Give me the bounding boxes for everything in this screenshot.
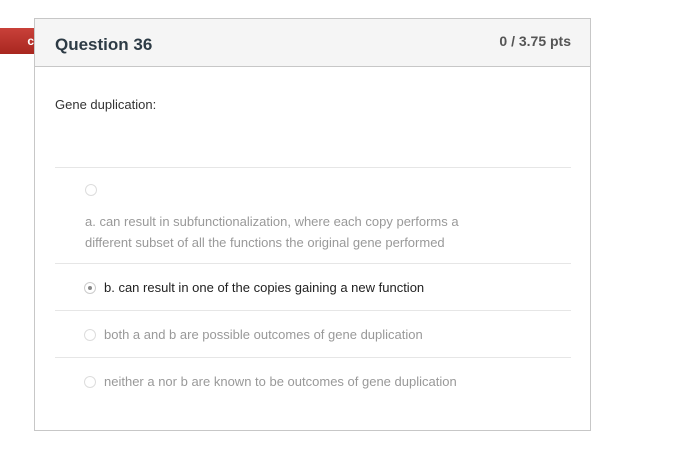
radio-button[interactable] (85, 184, 97, 196)
radio-button[interactable] (84, 329, 96, 341)
answer-label: a. can result in subfunctionalization, w… (85, 214, 459, 250)
answer-option-a[interactable]: a. can result in subfunctionalization, w… (55, 167, 571, 263)
answer-list: a. can result in subfunctionalization, w… (55, 167, 571, 404)
radio-button[interactable] (84, 376, 96, 388)
question-header: Question 36 0 / 3.75 pts (35, 19, 590, 67)
answer-option-c[interactable]: both a and b are possible outcomes of ge… (55, 310, 571, 357)
answer-label: neither a nor b are known to be outcomes… (104, 374, 457, 389)
answer-option-d[interactable]: neither a nor b are known to be outcomes… (55, 357, 571, 404)
answer-option-b[interactable]: b. can result in one of the copies gaini… (55, 263, 571, 310)
answer-label: b. can result in one of the copies gaini… (104, 280, 425, 295)
question-points: 0 / 3.75 pts (499, 33, 571, 49)
question-title: Question 36 (55, 35, 153, 54)
answer-label: both a and b are possible outcomes of ge… (104, 327, 423, 342)
question-text: Gene duplication: (55, 97, 157, 112)
question-card: Question 36 0 / 3.75 pts Gene duplicatio… (34, 18, 591, 431)
radio-button-selected[interactable] (84, 282, 96, 294)
